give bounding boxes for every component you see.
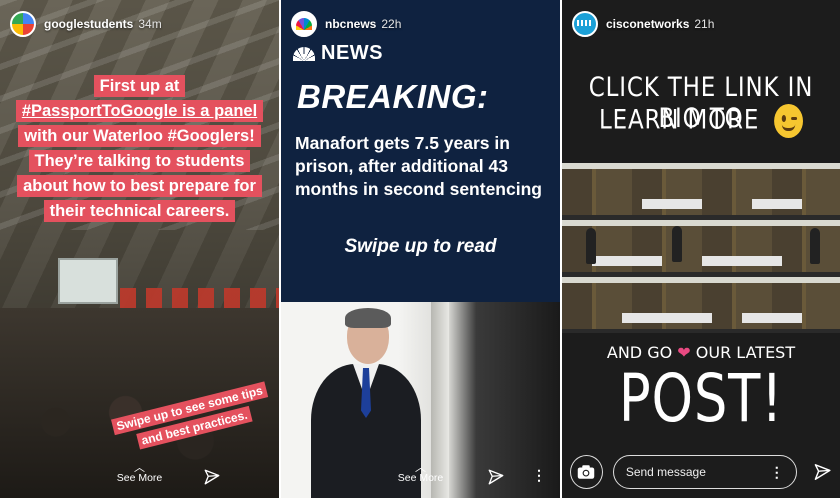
headline-line-2-text: LEARN MORE <box>598 104 760 136</box>
brand-word: NEWS <box>321 42 383 64</box>
story-cisconetworks[interactable]: cisconetworks 21h CLICK THE LINK IN BIO … <box>562 0 840 498</box>
message-placeholder: Send message <box>625 465 706 479</box>
see-more-button[interactable]: ︿ See More <box>0 462 279 485</box>
caption-line: They’re talking to students <box>28 150 251 172</box>
paper-plane-icon[interactable] <box>813 462 832 482</box>
caption-line: about how to best prepare for <box>17 175 262 197</box>
caption-line: their technical careers. <box>43 200 236 222</box>
timestamp: 21h <box>694 17 715 31</box>
story-header: cisconetworks 21h <box>572 9 830 39</box>
swipe-prompt: Swipe up to read <box>344 236 497 257</box>
office-photo <box>562 163 840 333</box>
see-more-label: See More <box>397 472 444 484</box>
story-header: googlestudents 34m <box>10 9 269 39</box>
story-nbcnews[interactable]: nbcnews 22h NEWS BREAKING: Manafort gets… <box>281 0 560 498</box>
story-caption: First up at #PassportToGoogle is a panel… <box>0 74 279 224</box>
camera-icon[interactable] <box>570 455 603 489</box>
reply-bar: Send message ⋮ <box>562 446 840 498</box>
story-googlestudents[interactable]: googlestudents 34m First up at #Passport… <box>0 0 279 498</box>
timestamp: 22h <box>381 17 402 31</box>
paper-plane-icon[interactable] <box>203 468 221 486</box>
more-vertical-icon[interactable]: ⋮ <box>532 467 546 484</box>
chevron-up-icon: ︿ <box>415 462 426 474</box>
chevron-up-icon: ︿ <box>134 462 145 474</box>
caption-line: #PassportToGoogle is a panel <box>15 100 264 122</box>
headline: Manafort gets 7.5 years in prison, after… <box>295 133 542 199</box>
avatar-cisconetworks[interactable] <box>572 11 598 37</box>
username[interactable]: googlestudents <box>44 17 133 31</box>
nbc-news-logo: NEWS <box>293 42 383 65</box>
caption-line: with our Waterloo #Googlers! <box>18 125 261 147</box>
story-header: nbcnews 22h <box>291 9 550 39</box>
username[interactable]: nbcnews <box>325 17 376 31</box>
send-message-input[interactable]: Send message ⋮ <box>612 455 797 489</box>
see-more-label: See More <box>116 472 163 484</box>
post-title: POST! <box>618 360 784 437</box>
headline-line-2: LEARN MORE <box>583 104 819 138</box>
username[interactable]: cisconetworks <box>606 17 689 31</box>
breaking-title: BREAKING: <box>297 78 489 115</box>
peacock-icon <box>293 46 315 61</box>
wink-emoji-icon <box>774 104 804 138</box>
caption-line: First up at <box>93 75 186 97</box>
avatar-googlestudents[interactable] <box>10 11 36 37</box>
avatar-nbcnews[interactable] <box>291 11 317 37</box>
paper-plane-icon[interactable] <box>487 468 505 486</box>
timestamp: 34m <box>138 17 162 31</box>
see-more-button[interactable]: ︿ See More <box>281 462 560 485</box>
more-vertical-icon[interactable]: ⋮ <box>770 464 784 481</box>
